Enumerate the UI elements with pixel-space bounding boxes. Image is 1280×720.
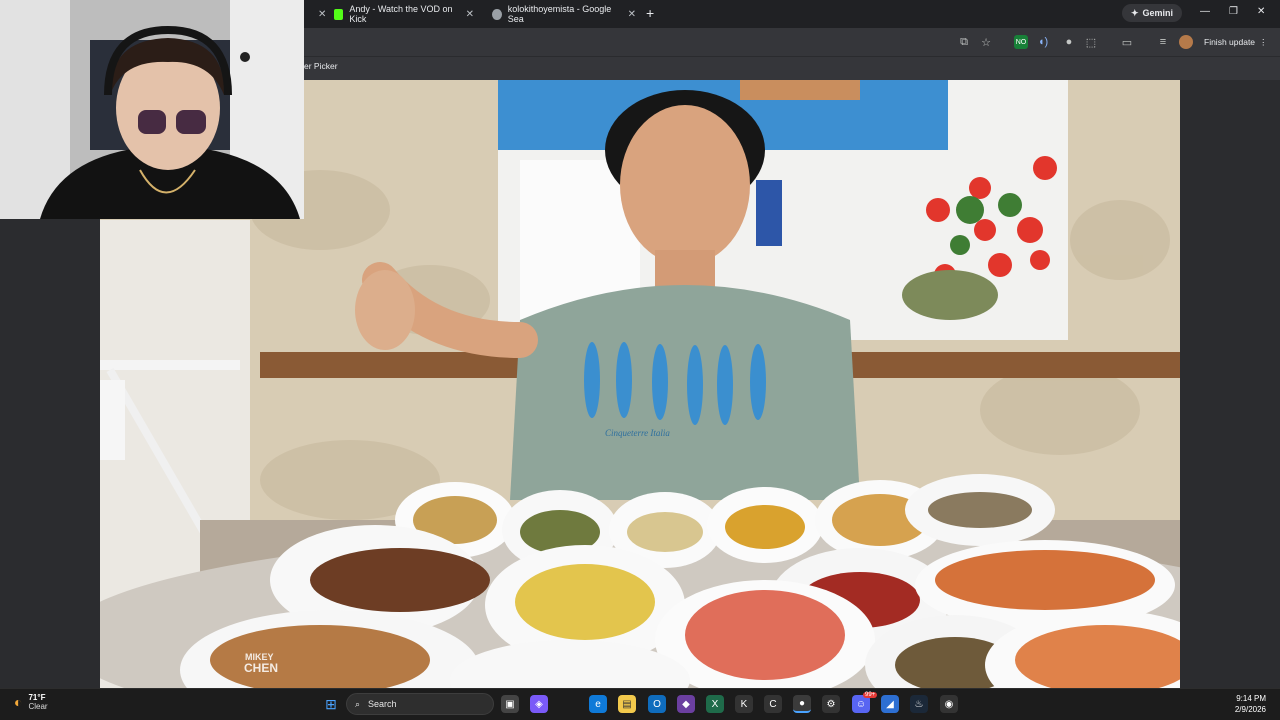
- new-tab-button[interactable]: +: [646, 5, 654, 21]
- extension-icon[interactable]: NO: [1014, 35, 1028, 49]
- task-view-icon[interactable]: ▣: [501, 695, 519, 713]
- kick-icon: [334, 8, 344, 20]
- file-explorer-icon[interactable]: ▤: [618, 695, 636, 713]
- bookmark-star-icon[interactable]: ☆: [979, 35, 993, 49]
- bookmark-item[interactable]: er Picker: [304, 61, 338, 71]
- webcam-frame: [0, 0, 304, 219]
- minimize-button[interactable]: —: [1200, 6, 1210, 17]
- shirt-text: Cinqueterre Italia: [605, 428, 670, 438]
- copilot-icon[interactable]: ◈: [530, 695, 548, 713]
- start-windows-icon[interactable]: ⊞: [322, 695, 340, 713]
- maximize-button[interactable]: ❐: [1229, 6, 1238, 17]
- settings-gear-icon[interactable]: ⚙: [822, 695, 840, 713]
- more-vertical-icon[interactable]: ⋮: [1259, 37, 1268, 48]
- globe-icon: [492, 8, 502, 20]
- taskbar: [0, 688, 1280, 720]
- split-view-icon[interactable]: ▭: [1120, 35, 1134, 49]
- reading-list-icon[interactable]: ≡: [1156, 35, 1170, 49]
- outlook-icon[interactable]: O: [648, 695, 666, 713]
- moon-icon: ◐: [14, 694, 23, 710]
- steam-icon[interactable]: ♨: [910, 695, 928, 713]
- close-icon[interactable]: ✕: [466, 9, 474, 20]
- extensions-puzzle-icon[interactable]: ⬚: [1084, 35, 1098, 49]
- tab-label: kolokithoyemista - Google Sea: [507, 4, 612, 24]
- edge-icon[interactable]: e: [589, 695, 607, 713]
- app-arrow-icon[interactable]: ◢: [881, 695, 899, 713]
- tab-label: Andy - Watch the VOD on Kick: [349, 4, 453, 24]
- sparkle-icon: ✦: [1131, 7, 1139, 18]
- close-icon[interactable]: ✕: [628, 9, 636, 20]
- window-close-button[interactable]: ✕: [1257, 6, 1265, 17]
- page-right-margin: [1180, 80, 1280, 688]
- weather-widget[interactable]: ◐ 71°F Clear: [14, 693, 48, 711]
- search-icon: ⌕: [355, 698, 361, 709]
- extension-badge-icon[interactable]: ●: [1062, 35, 1076, 49]
- chrome-icon[interactable]: ●: [793, 695, 811, 713]
- excel-icon[interactable]: X: [706, 695, 724, 713]
- taskbar-search[interactable]: ⌕ Search: [346, 693, 494, 715]
- gemini-button[interactable]: ✦ Gemini: [1122, 4, 1183, 22]
- obs-icon[interactable]: ◉: [940, 695, 958, 713]
- screen: ✕ Andy - Watch the VOD on Kick ✕ kolokit…: [0, 0, 1280, 720]
- finish-update-button[interactable]: Finish update ⋮: [1204, 33, 1268, 51]
- notification-badge: 99+: [863, 692, 878, 698]
- system-clock[interactable]: 9:14 PM 2/9/2026: [1235, 693, 1266, 715]
- tab-kick[interactable]: Andy - Watch the VOD on Kick ✕: [326, 3, 482, 25]
- watermark-line2: CHEN: [244, 661, 278, 675]
- app-icon[interactable]: ◆: [677, 695, 695, 713]
- webcam-overlay: [0, 0, 304, 219]
- profile-avatar[interactable]: [1179, 35, 1193, 49]
- kick-taskbar-icon[interactable]: K: [735, 695, 753, 713]
- audio-icon[interactable]: ◖): [1036, 35, 1050, 49]
- tab-google-search[interactable]: kolokithoyemista - Google Sea ✕: [484, 3, 644, 25]
- cast-icon[interactable]: ⧉: [957, 35, 971, 49]
- app-c-icon[interactable]: C: [764, 695, 782, 713]
